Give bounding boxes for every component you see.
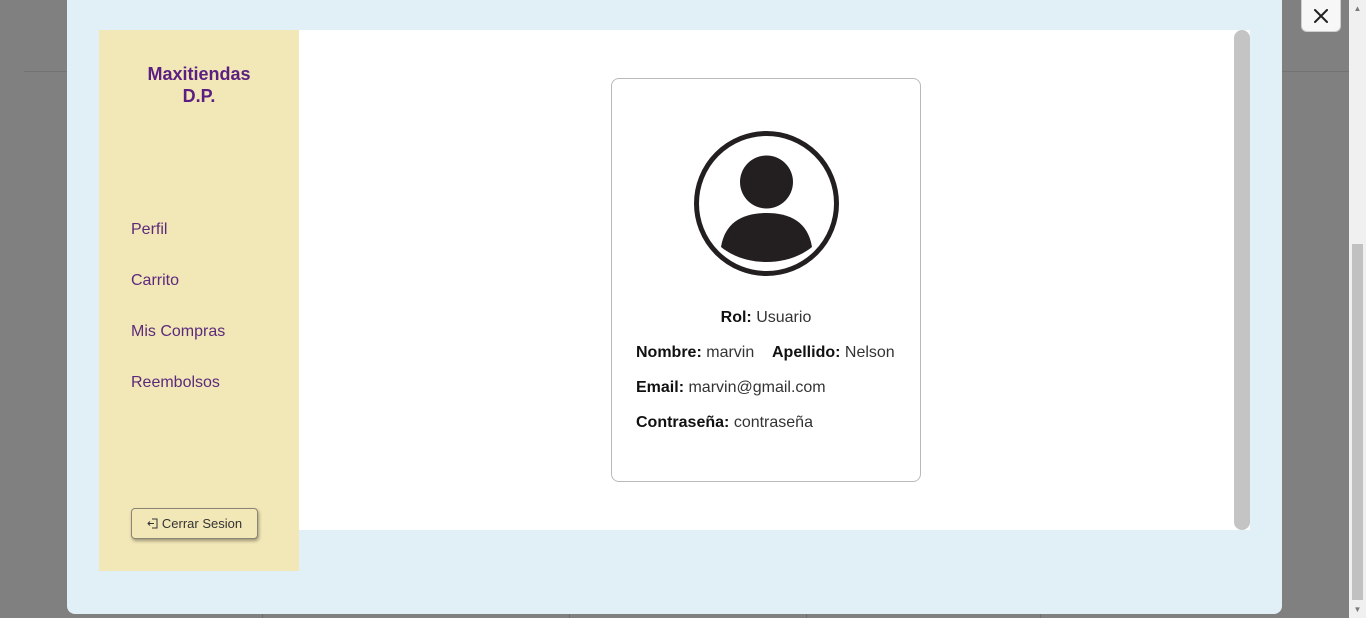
- window-scrollbar[interactable]: ▲ ▼: [1349, 0, 1366, 618]
- sidebar-nav: Perfil Carrito Mis Compras Reembolsos: [131, 220, 225, 424]
- password-field: Contraseña: contraseña: [636, 413, 813, 433]
- brand-title-line2: D.P.: [182, 86, 216, 106]
- logout-button[interactable]: Cerrar Sesion: [131, 508, 258, 539]
- brand-title-line1: Maxitiendas: [147, 64, 251, 84]
- first-name-value: marvin: [706, 344, 755, 361]
- first-name-field: Nombre: marvin: [636, 343, 754, 363]
- scroll-up-icon[interactable]: ▲: [1349, 0, 1366, 17]
- window-scrollbar-thumb[interactable]: [1352, 244, 1363, 600]
- email-label: Email:: [636, 379, 685, 396]
- sidebar-item-reembolsos[interactable]: Reembolsos: [131, 373, 225, 424]
- close-icon: [1314, 8, 1328, 23]
- role-label: Rol:: [720, 309, 752, 326]
- password-value: contraseña: [733, 414, 813, 431]
- logout-icon: [147, 518, 158, 529]
- brand-title: Maxitiendas D.P.: [99, 63, 299, 107]
- last-name-value: Nelson: [844, 344, 895, 361]
- sidebar-item-carrito[interactable]: Carrito: [131, 271, 225, 322]
- email-field: Email: marvin@gmail.com: [636, 378, 826, 398]
- close-modal-button[interactable]: [1301, 0, 1341, 32]
- sidebar-item-mis-compras[interactable]: Mis Compras: [131, 322, 225, 373]
- content-scrollbar-thumb[interactable]: [1234, 30, 1250, 530]
- password-label: Contraseña:: [636, 414, 730, 431]
- email-value: marvin@gmail.com: [688, 379, 826, 396]
- first-name-label: Nombre:: [636, 344, 702, 361]
- sidebar-item-perfil[interactable]: Perfil: [131, 220, 225, 271]
- role-value: Usuario: [756, 309, 812, 326]
- profile-card: Rol: Usuario Nombre: marvin Apellido: Ne…: [611, 78, 921, 482]
- last-name-label: Apellido:: [772, 344, 841, 361]
- last-name-field: Apellido: Nelson: [772, 343, 895, 363]
- logout-button-label: Cerrar Sesion: [161, 516, 243, 531]
- sidebar: Maxitiendas D.P. Perfil Carrito Mis Comp…: [99, 30, 299, 571]
- user-avatar-icon: [694, 131, 839, 276]
- content-scrollbar[interactable]: [1234, 30, 1250, 530]
- role-field: Rol: Usuario: [612, 308, 920, 328]
- scroll-down-icon[interactable]: ▼: [1349, 601, 1366, 618]
